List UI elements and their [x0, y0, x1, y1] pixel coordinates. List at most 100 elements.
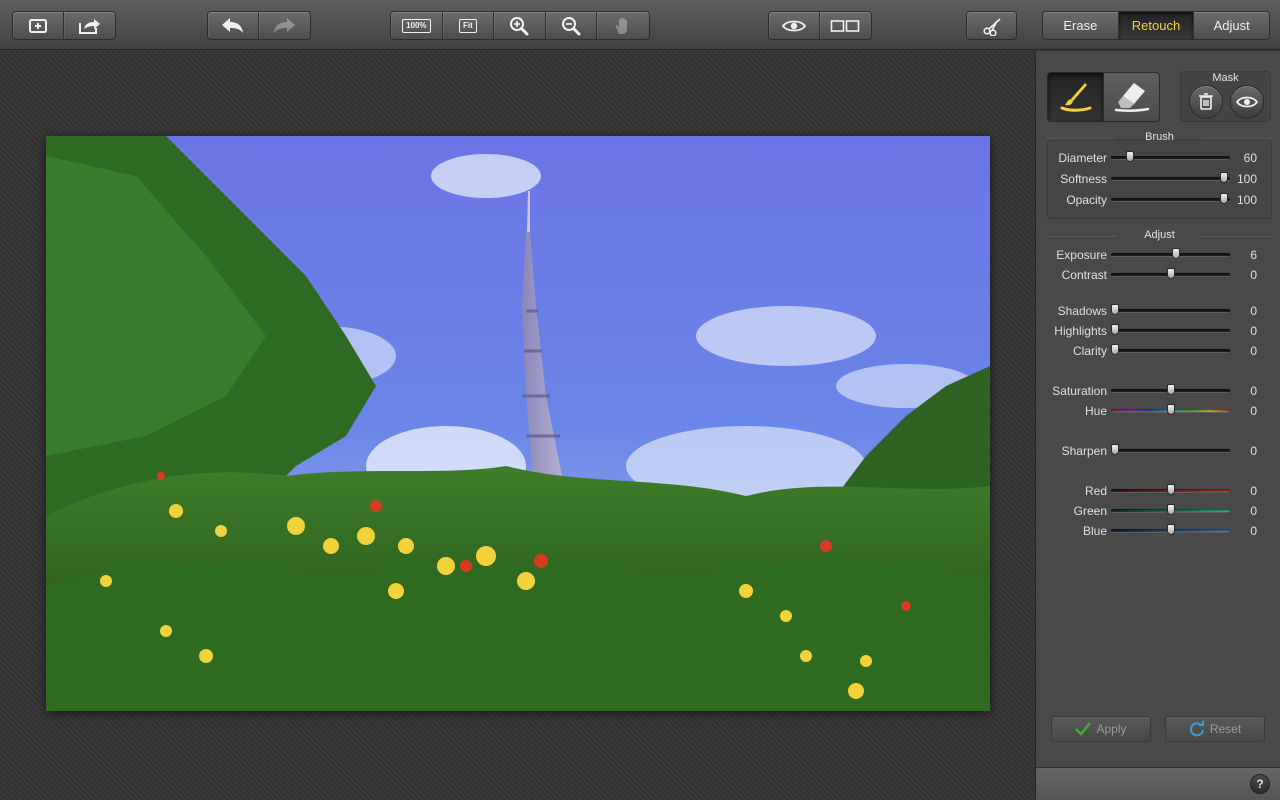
- shadows-slider[interactable]: [1110, 304, 1230, 315]
- opacity-label: Opacity: [1066, 193, 1107, 207]
- photo[interactable]: [46, 136, 990, 711]
- hue-slider-row: Hue 0: [1036, 403, 1280, 419]
- hand-pan-button[interactable]: [597, 12, 649, 39]
- tab-retouch[interactable]: Retouch: [1118, 12, 1195, 39]
- diameter-label: Diameter: [1058, 151, 1107, 165]
- highlights-value: 0: [1250, 324, 1257, 338]
- clarity-value: 0: [1250, 344, 1257, 358]
- sharpen-slider-thumb[interactable]: [1110, 444, 1119, 455]
- blue-slider[interactable]: [1111, 524, 1230, 535]
- clear-mask-button[interactable]: [1189, 85, 1223, 119]
- hue-value: 0: [1250, 404, 1257, 418]
- hue-label: Hue: [1084, 404, 1107, 418]
- mode-tabs: Erase Retouch Adjust: [1042, 11, 1270, 40]
- blue-slider-row: Blue 0: [1036, 523, 1280, 539]
- hue-slider-thumb[interactable]: [1166, 404, 1175, 415]
- redo-button[interactable]: [259, 12, 310, 39]
- green-slider[interactable]: [1111, 504, 1230, 515]
- green-slider-thumb[interactable]: [1166, 504, 1175, 515]
- tab-adjust[interactable]: Adjust: [1194, 12, 1269, 39]
- apply-label: Apply: [1096, 722, 1127, 736]
- softness-slider-row: Softness 100: [1036, 171, 1280, 187]
- opacity-slider-thumb[interactable]: [1220, 193, 1229, 204]
- brush-icon: [1060, 83, 1091, 112]
- crop-button[interactable]: [967, 12, 1016, 39]
- brush-section-title: Brush: [1047, 131, 1272, 145]
- tool-selector: [1047, 72, 1160, 122]
- shadows-slider-row: Shadows 0: [1036, 303, 1280, 319]
- mask-label: Mask: [1212, 72, 1239, 84]
- tools-panel: Mask Brush Diameter 6 0 Softness 100 Opacity 1…: [1035, 51, 1280, 767]
- split-compare-button[interactable]: [820, 12, 871, 39]
- split-compare-icon: [830, 19, 860, 32]
- exposure-slider-thumb[interactable]: [1172, 248, 1181, 259]
- blue-value: 0: [1250, 524, 1257, 538]
- eraser-tool-button[interactable]: [1104, 73, 1159, 121]
- green-label: Green: [1073, 504, 1107, 518]
- share-export-icon: [79, 18, 101, 34]
- highlights-slider-thumb[interactable]: [1110, 324, 1119, 335]
- saturation-slider[interactable]: [1111, 384, 1230, 395]
- apply-button[interactable]: Apply: [1051, 716, 1151, 742]
- trash-icon: [1199, 93, 1213, 110]
- zoom-fit-icon: Fit: [459, 18, 477, 33]
- exposure-value: 6: [1250, 248, 1257, 262]
- softness-slider-thumb[interactable]: [1220, 172, 1229, 183]
- reset-label: Reset: [1209, 722, 1242, 736]
- hue-slider[interactable]: [1111, 404, 1230, 415]
- softness-slider[interactable]: [1111, 172, 1230, 183]
- view-button-group: [768, 11, 872, 40]
- clarity-slider[interactable]: [1110, 344, 1230, 355]
- red-slider[interactable]: [1111, 484, 1230, 495]
- zoom-out-button[interactable]: [546, 12, 598, 39]
- exposure-slider-row: Exposure 6: [1036, 247, 1280, 263]
- contrast-slider[interactable]: [1111, 268, 1230, 279]
- clarity-slider-thumb[interactable]: [1110, 344, 1119, 355]
- zoom-in-button[interactable]: [494, 12, 546, 39]
- sharpen-value: 0: [1250, 444, 1257, 458]
- diameter-slider[interactable]: [1111, 151, 1230, 162]
- brush-tool-button[interactable]: [1048, 73, 1104, 121]
- show-mask-button[interactable]: [1230, 85, 1264, 119]
- contrast-slider-row: Contrast 0: [1036, 267, 1280, 283]
- reset-refresh-icon: [1189, 721, 1204, 737]
- softness-value: 100: [1236, 172, 1257, 186]
- sharpen-slider-row: Sharpen 0: [1036, 443, 1280, 459]
- zoom-actual-button[interactable]: 100%: [391, 12, 443, 39]
- zoom-out-icon: [562, 16, 581, 35]
- exposure-slider[interactable]: [1111, 248, 1230, 259]
- saturation-slider-thumb[interactable]: [1166, 384, 1175, 395]
- undo-button[interactable]: [208, 12, 259, 39]
- hand-pan-icon: [615, 16, 628, 34]
- opacity-value: 100: [1236, 193, 1257, 207]
- red-slider-thumb[interactable]: [1166, 484, 1175, 495]
- zoom-button-group: 100% Fit: [390, 11, 650, 40]
- preview-button[interactable]: [769, 12, 820, 39]
- sharpen-slider[interactable]: [1110, 444, 1230, 455]
- exposure-label: Exposure: [1056, 248, 1107, 262]
- saturation-slider-row: Saturation 0: [1036, 383, 1280, 399]
- highlights-slider[interactable]: [1110, 324, 1230, 335]
- contrast-slider-thumb[interactable]: [1166, 268, 1175, 279]
- blue-slider-thumb[interactable]: [1166, 524, 1175, 535]
- open-button[interactable]: [13, 12, 64, 39]
- tab-erase[interactable]: Erase: [1043, 12, 1119, 39]
- zoom-fit-button[interactable]: Fit: [443, 12, 495, 39]
- checkmark-icon: [1075, 722, 1092, 736]
- diameter-slider-thumb[interactable]: [1126, 151, 1135, 162]
- share-button[interactable]: [64, 12, 115, 39]
- shadows-slider-thumb[interactable]: [1110, 304, 1119, 315]
- zoom-in-icon: [510, 16, 529, 35]
- file-button-group: [12, 11, 116, 40]
- preview-eye-icon: [781, 20, 806, 31]
- help-button[interactable]: ?: [1250, 774, 1270, 794]
- opacity-slider[interactable]: [1111, 193, 1230, 204]
- contrast-value: 0: [1250, 268, 1257, 282]
- clarity-slider-row: Clarity 0: [1036, 343, 1280, 359]
- toolbar: 100% Fit Erase Retouch Adjust: [0, 0, 1280, 50]
- image-canvas[interactable]: [0, 51, 1035, 800]
- eraser-icon: [1114, 83, 1149, 112]
- reset-button[interactable]: Reset: [1165, 716, 1265, 742]
- red-label: Red: [1084, 484, 1107, 498]
- contrast-label: Contrast: [1061, 268, 1107, 282]
